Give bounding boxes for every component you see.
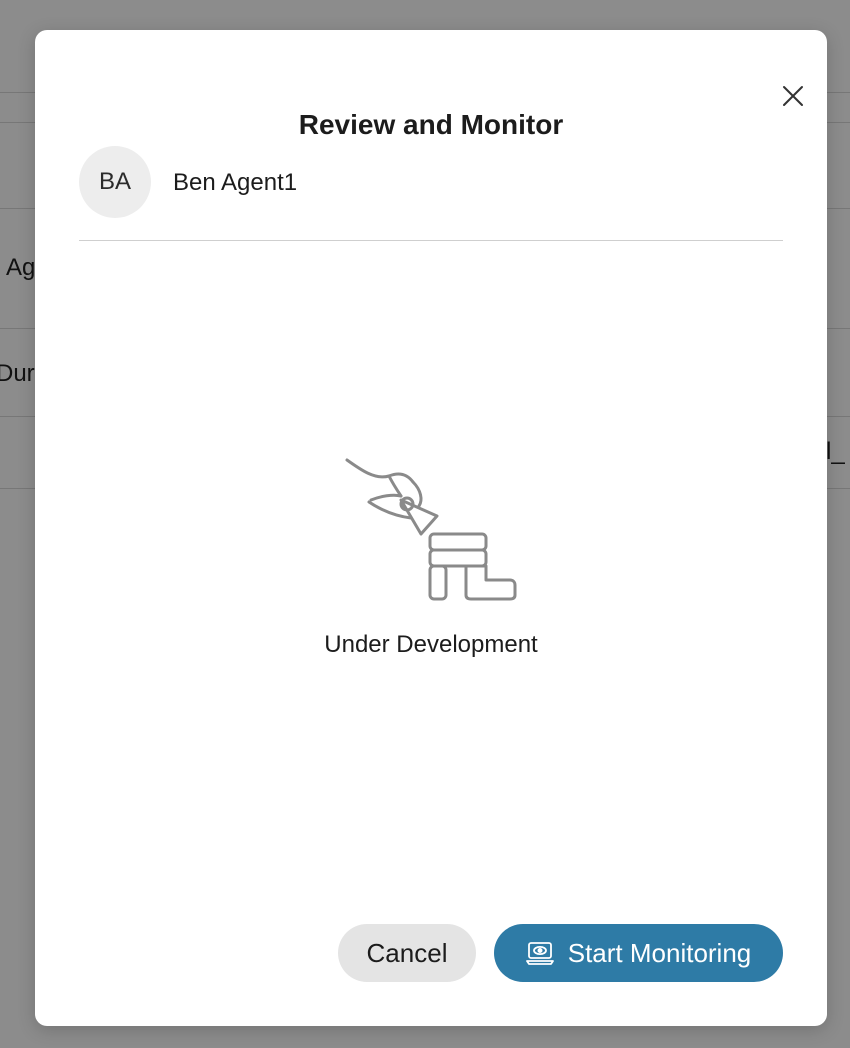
cancel-button-label: Cancel bbox=[366, 937, 448, 968]
agent-row: BA Ben Agent1 bbox=[79, 146, 783, 220]
under-construction-icon bbox=[345, 458, 517, 601]
close-button[interactable] bbox=[779, 82, 807, 110]
empty-state-message: Under Development bbox=[324, 631, 538, 658]
agent-name: Ben Agent1 bbox=[173, 169, 298, 196]
start-monitoring-button[interactable]: Start Monitoring bbox=[494, 924, 783, 982]
start-monitoring-label: Start Monitoring bbox=[567, 937, 752, 968]
close-icon bbox=[783, 86, 803, 106]
monitor-icon bbox=[525, 942, 554, 965]
divider bbox=[79, 240, 783, 241]
cancel-button[interactable]: Cancel bbox=[338, 924, 476, 982]
avatar: BA bbox=[79, 146, 151, 218]
review-monitor-dialog: Review and Monitor BA Ben Agent1 Under D… bbox=[35, 30, 827, 1026]
dialog-title: Review and Monitor bbox=[298, 109, 564, 140]
